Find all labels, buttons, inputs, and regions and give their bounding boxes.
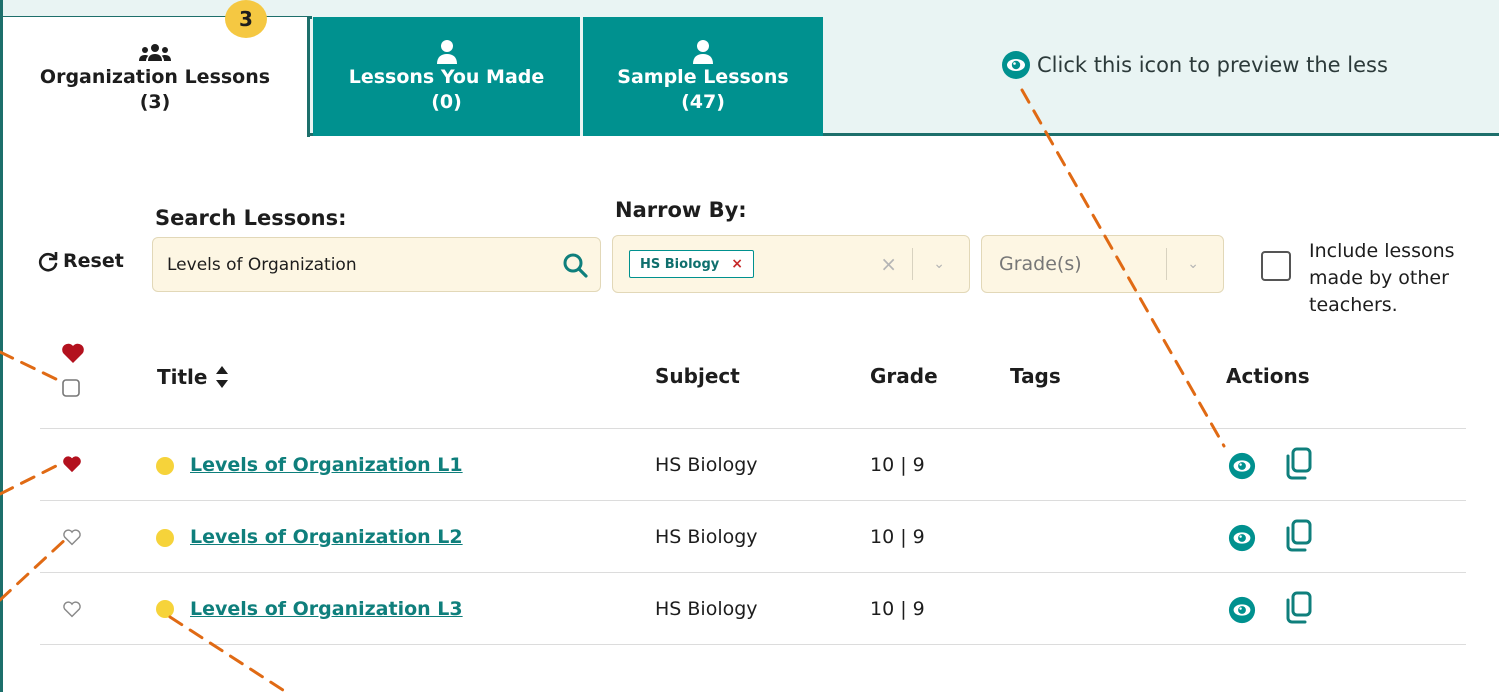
callout-line-select-all — [0, 350, 62, 383]
annotation-callouts — [0, 88, 1226, 692]
callout-line-status — [168, 615, 288, 692]
callout-line-favorite — [0, 464, 58, 496]
callout-line-preview — [1020, 88, 1226, 448]
callout-line-unfavorite — [0, 535, 70, 602]
